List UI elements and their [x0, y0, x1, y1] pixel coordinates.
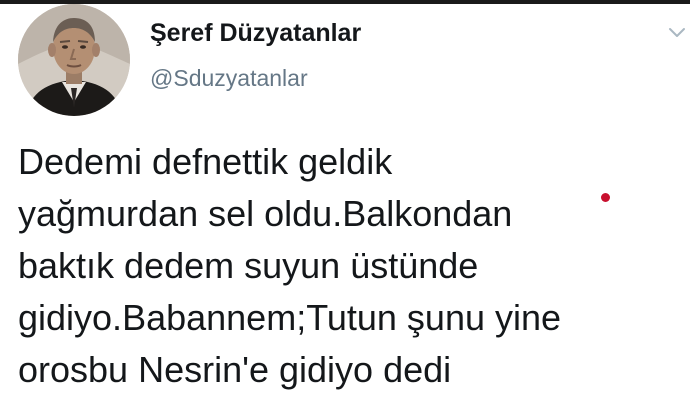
tweet-text-line: yağmurdan sel oldu.Balkondan	[18, 193, 513, 234]
tweet-text-line: Dedemi defnettik geldik	[18, 141, 393, 182]
avatar[interactable]	[18, 4, 130, 116]
author-handle[interactable]: @Sduzyatanlar	[150, 64, 361, 92]
avatar-photo-icon	[18, 4, 130, 116]
author-display-name[interactable]: Şeref Düzyatanlar	[150, 18, 361, 48]
tweet-text-line: baktık dedem suyun üstünde	[18, 245, 479, 286]
tweet-text: Dedemi defnettik geldik yağmurdan sel ol…	[18, 136, 683, 396]
red-dot-mark	[601, 193, 610, 202]
tweet-text-line: gidiyo.Babannem;Tutun şunu yine	[18, 297, 562, 338]
chevron-down-icon[interactable]	[668, 26, 686, 40]
tweet-text-line: orosbu Nesrin'e gidiyo dedi	[18, 349, 452, 390]
tweet-card: Şeref Düzyatanlar @Sduzyatanlar Dedemi d…	[0, 0, 690, 401]
top-border	[0, 0, 690, 4]
author-block: Şeref Düzyatanlar @Sduzyatanlar	[150, 18, 361, 92]
